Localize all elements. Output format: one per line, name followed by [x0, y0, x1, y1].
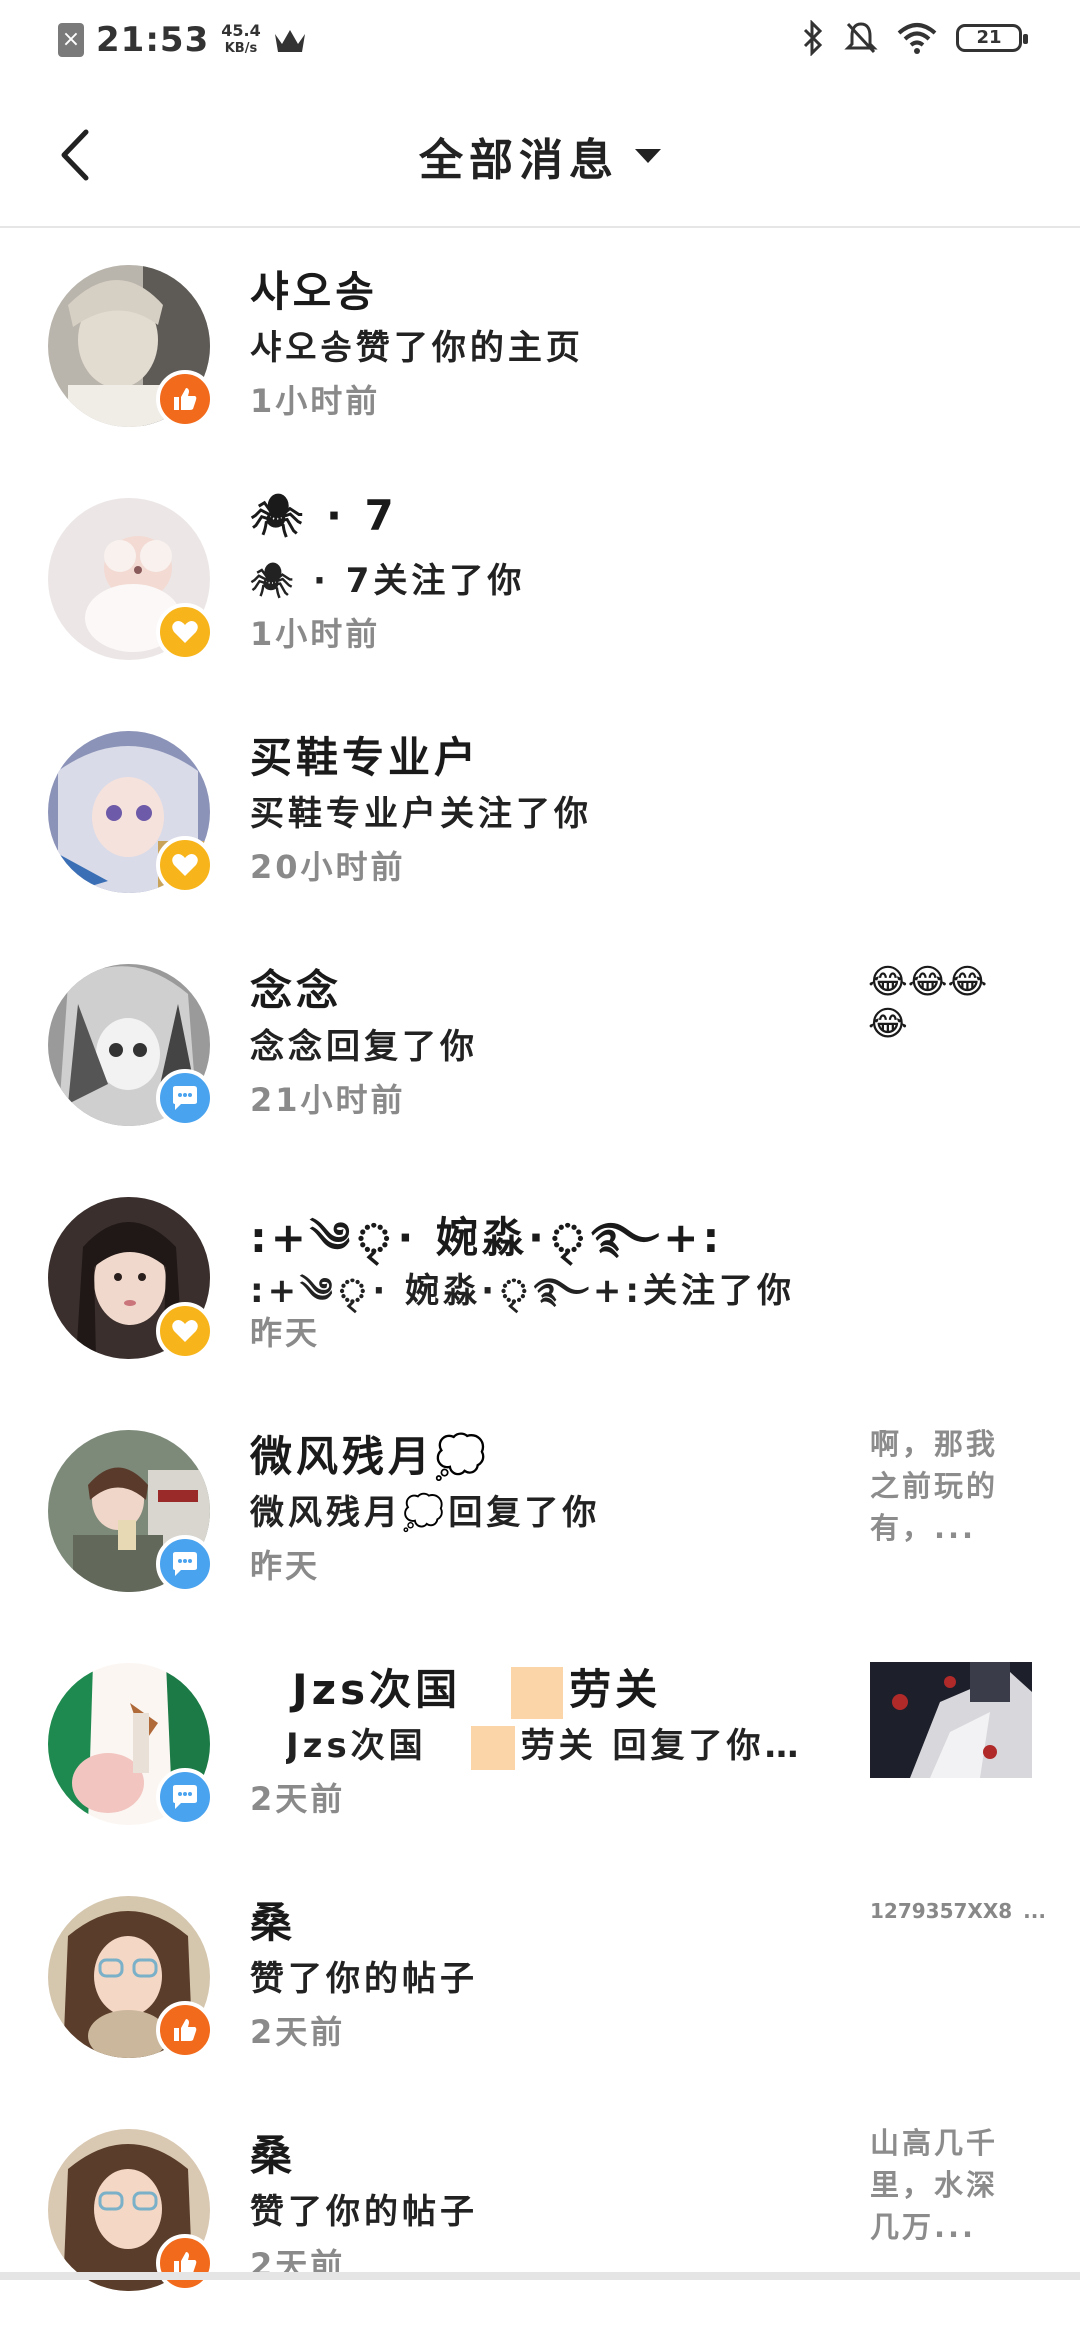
message-time: 21小时前 — [250, 1081, 406, 1119]
reply-badge — [156, 1768, 214, 1826]
wifi-icon — [897, 23, 937, 54]
message-time: 20小时前 — [250, 848, 406, 886]
message-action-prefix: Jzs次国 — [286, 1726, 427, 1766]
post-preview-more: ... — [1023, 1899, 1046, 1923]
thumbs-up-icon — [174, 388, 197, 410]
sender-name: 买鞋专业户 — [250, 733, 481, 782]
battery-icon: 21 — [956, 24, 1028, 52]
message-item[interactable]: Jzs次国 劳关 Jzs次国 劳关 回复了你… 2天前 — [0, 1626, 1080, 1859]
network-speed-value: 45.4 — [221, 21, 261, 40]
reply-preview[interactable]: 😂😂😂😂 — [868, 961, 1018, 1045]
header: 全部消息 — [0, 84, 1080, 228]
message-time: 1小时前 — [250, 615, 381, 653]
chat-bubble-icon — [173, 1552, 197, 1576]
message-action: 🕷 · 7关注了你 — [250, 561, 526, 601]
message-item[interactable]: 念念 念念回复了你 21小时前 😂😂😂😂 — [0, 927, 1080, 1160]
sender-name: 桑 — [250, 2131, 297, 2180]
chat-bubble-icon — [173, 1785, 197, 1809]
sender-name: 微风残月💭 — [250, 1432, 491, 1481]
crown-icon — [274, 30, 305, 52]
name-color-block — [470, 1725, 515, 1770]
thumbs-up-icon — [174, 2019, 197, 2041]
post-preview-text: 1279357XX8 — [870, 1899, 1013, 1923]
post-thumbnail[interactable] — [870, 1662, 1032, 1778]
message-time: 2天前 — [250, 2013, 346, 2051]
follow-badge — [156, 836, 214, 894]
message-time: 昨天 — [250, 1314, 321, 1352]
message-list: 샤오송 샤오송赞了你的主页 1小时前 🕷 · 7 🕷 · 7关注了你 1小时前 … — [0, 228, 1080, 2325]
sender-name: 샤오송 — [250, 267, 378, 316]
reply-badge — [156, 1535, 214, 1593]
message-time: 2天前 — [250, 1780, 346, 1818]
page-title[interactable]: 全部消息 — [419, 135, 619, 186]
name-color-block — [511, 1666, 564, 1719]
sender-name-suffix: 劳关 — [569, 1665, 662, 1714]
heart-icon — [172, 854, 198, 876]
sender-name: 桑 — [250, 1898, 297, 1947]
message-action: 买鞋专业户关注了你 — [250, 794, 592, 834]
message-action: 念念回复了你 — [250, 1027, 478, 1067]
heart-icon — [172, 1320, 198, 1342]
follow-badge — [156, 603, 214, 661]
notification-close-icon: × — [58, 23, 84, 57]
sender-name-prefix: Jzs次国 — [292, 1665, 462, 1714]
message-action: 赞了你的帖子 — [250, 2192, 478, 2232]
message-action: :+༄ৃ· 婉淼·ৃ࿐+:关注了你 — [250, 1271, 796, 1311]
message-item[interactable]: 桑 赞了你的帖子 2天前 1279357XX8 ... — [0, 1859, 1080, 2092]
network-speed: 45.4 KB/s — [221, 22, 260, 58]
message-time: 1小时前 — [250, 382, 381, 420]
reply-badge — [156, 1069, 214, 1127]
bluetooth-icon — [803, 20, 823, 56]
chat-bubble-icon — [173, 1086, 197, 1110]
message-item[interactable]: 🕷 · 7 🕷 · 7关注了你 1小时前 — [0, 461, 1080, 694]
heart-icon — [172, 621, 198, 643]
post-preview[interactable]: 1279357XX8 ... — [870, 1899, 1046, 1923]
message-action: 微风残月💭回复了你 — [250, 1493, 601, 1533]
mute-bell-icon — [844, 22, 878, 54]
message-item[interactable]: :+༄ৃ· 婉淼·ৃ࿐+: :+༄ৃ· 婉淼·ৃ࿐+:关注了你 昨天 — [0, 1160, 1080, 1393]
caret-down-icon[interactable] — [635, 149, 661, 163]
message-action: 赞了你的帖子 — [250, 1959, 478, 1999]
status-bar: × 21:53 45.4 KB/s 21 — [0, 0, 1080, 84]
sender-name: 念念 — [250, 966, 343, 1015]
sender-name: 🕷 · 7 — [250, 491, 398, 540]
like-badge — [156, 2001, 214, 2059]
message-time: 昨天 — [250, 1547, 321, 1585]
message-item[interactable]: 买鞋专业户 买鞋专业户关注了你 20小时前 — [0, 694, 1080, 927]
status-time: 21:53 — [96, 20, 210, 60]
message-filter-dropdown[interactable]: 全部消息 — [0, 124, 1080, 188]
message-action: 샤오송赞了你的主页 — [250, 328, 584, 368]
message-item[interactable]: 微风残月💭 微风残月💭回复了你 昨天 啊，那我之前玩的有，... — [0, 1393, 1080, 1626]
like-badge — [156, 2234, 214, 2292]
like-badge — [156, 370, 214, 428]
message-item[interactable]: 샤오송 샤오송赞了你的主页 1小时前 — [0, 228, 1080, 461]
message-action-suffix: 劳关 回复了你… — [520, 1726, 803, 1766]
network-speed-unit: KB/s — [224, 41, 258, 56]
scroll-indicator — [0, 2272, 1080, 2280]
message-item[interactable]: 桑 赞了你的帖子 2天前 山高几千里，水深几万... — [0, 2092, 1080, 2325]
reply-preview[interactable]: 啊，那我之前玩的有，... — [870, 1423, 1020, 1549]
message-action: Jzs次国 劳关 回复了你… — [286, 1718, 803, 1770]
post-preview[interactable]: 山高几千里，水深几万... — [870, 2122, 1020, 2248]
follow-badge — [156, 1302, 214, 1360]
sender-name: Jzs次国 劳关 — [292, 1656, 661, 1719]
